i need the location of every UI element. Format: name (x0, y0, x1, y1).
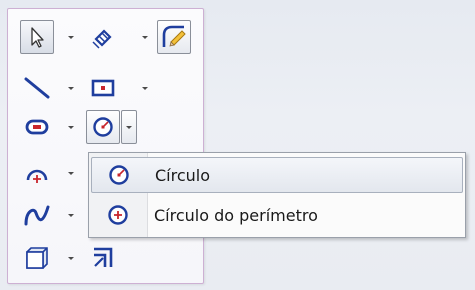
rectangle-tool-button[interactable] (86, 71, 120, 105)
circle-icon (92, 157, 146, 193)
chevron-down-icon (142, 86, 148, 90)
dimension-dropdown[interactable] (139, 20, 151, 54)
circle-icon (93, 117, 113, 137)
line-tool-button[interactable] (20, 71, 54, 105)
chevron-down-icon (68, 125, 74, 129)
plane-tool-dropdown[interactable] (65, 241, 77, 275)
offset-entities-button[interactable] (86, 241, 120, 275)
line-tool-dropdown[interactable] (65, 71, 77, 105)
plane-box-icon (26, 247, 48, 269)
circle-icon (109, 165, 129, 185)
smart-dimension-icon (92, 29, 112, 49)
chevron-down-icon (68, 35, 74, 39)
line-icon (24, 77, 50, 99)
sketch-tools-palette (7, 8, 204, 284)
rectangle-tool-dropdown[interactable] (139, 71, 151, 105)
perimeter-circle-icon (108, 205, 128, 225)
perimeter-circle-icon (91, 197, 145, 233)
offset-entities-icon (94, 247, 113, 267)
menu-item-perimeter-circle[interactable]: Círculo do perímetro (91, 197, 463, 233)
spline-icon (24, 205, 50, 226)
chevron-down-icon (68, 86, 74, 90)
circle-tool-button[interactable] (86, 110, 120, 144)
cursor-arrow-icon (31, 27, 44, 48)
select-tool-dropdown[interactable] (65, 20, 77, 54)
slot-tool-dropdown[interactable] (65, 110, 77, 144)
chevron-down-icon (68, 256, 74, 260)
chevron-down-icon (126, 125, 132, 129)
circle-flyout-menu: Círculo Círculo do perímetro (88, 152, 466, 238)
plane-tool-button[interactable] (20, 241, 54, 275)
arc-tool-dropdown[interactable] (65, 156, 77, 190)
select-tool-button[interactable] (20, 20, 54, 54)
arc-tool-button[interactable] (20, 156, 54, 190)
chevron-down-icon (142, 35, 148, 39)
rectangle-icon (91, 79, 115, 97)
menu-item-label: Círculo (155, 165, 211, 185)
smart-dimension-button[interactable] (86, 20, 120, 54)
chevron-down-icon (68, 171, 74, 175)
sketch-pencil-icon (162, 25, 186, 47)
arc-icon (26, 169, 48, 183)
slot-icon (25, 119, 49, 135)
circle-tool-dropdown[interactable] (121, 110, 137, 144)
spline-tool-button[interactable] (20, 198, 54, 232)
menu-item-circle[interactable]: Círculo (91, 157, 463, 193)
slot-tool-button[interactable] (20, 110, 54, 144)
chevron-down-icon (68, 213, 74, 217)
spline-tool-dropdown[interactable] (65, 198, 77, 232)
menu-item-label: Círculo do perímetro (154, 205, 318, 225)
sketch-button[interactable] (157, 20, 191, 54)
